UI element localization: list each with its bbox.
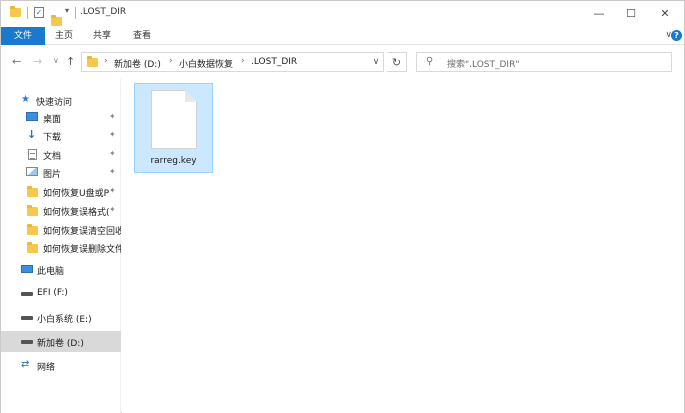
sidebar-item-label: 文档 xyxy=(43,152,62,162)
search-icon: ⚲ xyxy=(426,56,434,67)
explorer-window: ✓ ▾ .LOST_DIR — ☐ ✕ 文件 主页 共享 查看 ∨ ? ← → … xyxy=(0,0,685,413)
sidebar-item-label: 桌面 xyxy=(43,115,62,125)
drive-icon xyxy=(21,316,33,320)
title-bar[interactable]: ✓ ▾ .LOST_DIR — ☐ ✕ xyxy=(1,1,684,27)
sidebar-item-label: 小白系统 (E:) xyxy=(37,315,92,325)
sidebar-item-label: EFI (F:) xyxy=(37,288,68,298)
pin-icon[interactable]: ✦ xyxy=(109,149,116,158)
sidebar-item-label: 新加卷 (D:) xyxy=(37,339,84,349)
search-input[interactable]: ⚲ 搜索".LOST_DIR" xyxy=(416,52,672,72)
breadcrumb-separator: › xyxy=(241,56,245,66)
sidebar-item-label: 如何恢复U盘或P xyxy=(43,189,109,199)
network-icon: ⇄ xyxy=(21,359,30,370)
pin-icon[interactable]: ✦ xyxy=(109,186,116,195)
maximize-button[interactable]: ☐ xyxy=(615,1,647,27)
back-icon[interactable]: ← xyxy=(12,55,21,68)
sidebar-item-label: 如何恢复误清空回收 xyxy=(43,227,121,237)
pin-icon[interactable]: ✦ xyxy=(109,130,116,139)
folder-icon xyxy=(27,205,38,216)
ribbon-tabs: 文件 主页 共享 查看 ∨ ? xyxy=(1,27,684,45)
folder-icon xyxy=(27,186,38,197)
sidebar-item-folder-4[interactable]: 如何恢复误删除文件 xyxy=(1,237,121,258)
tab-share[interactable]: 共享 xyxy=(89,27,115,45)
pin-icon[interactable]: ✦ xyxy=(109,112,116,121)
file-name: rarreg.key xyxy=(150,156,197,166)
recent-locations-icon[interactable]: ∨ xyxy=(53,56,59,65)
folder-icon xyxy=(27,242,38,253)
navigation-bar: ← → ∨ ↑ › 新加卷 (D:) › 小白数据恢复 › .LOST_DIR … xyxy=(1,45,684,79)
breadcrumb-separator: › xyxy=(104,56,108,66)
breadcrumb-drive[interactable]: 新加卷 (D:) xyxy=(114,57,161,70)
minimize-button[interactable]: — xyxy=(583,1,615,27)
sidebar-item-this-pc[interactable]: 此电脑 xyxy=(1,259,121,280)
sidebar-item-drive-f[interactable]: EFI (F:) xyxy=(1,283,121,304)
sidebar-item-drive-d[interactable]: 新加卷 (D:) xyxy=(1,331,121,352)
breadcrumb-current[interactable]: .LOST_DIR xyxy=(251,57,297,67)
sidebar-item-folder-2[interactable]: 如何恢复误格式( ✦ xyxy=(1,200,121,221)
search-placeholder: 搜索".LOST_DIR" xyxy=(447,60,520,70)
pin-icon[interactable]: ✦ xyxy=(109,167,116,176)
breadcrumb-separator: › xyxy=(169,56,173,66)
tab-file[interactable]: 文件 xyxy=(1,27,45,45)
sidebar-item-label: 如何恢复误格式( xyxy=(43,208,109,218)
tab-view[interactable]: 查看 xyxy=(129,27,155,45)
file-list[interactable]: rarreg.key xyxy=(122,79,684,413)
sidebar-item-downloads[interactable]: ↓ 下载 ✦ xyxy=(1,125,121,146)
sidebar-item-label: 此电脑 xyxy=(37,267,65,277)
forward-icon[interactable]: → xyxy=(33,55,42,68)
sidebar-item-network[interactable]: ⇄ 网络 xyxy=(1,355,121,376)
sidebar-item-label: 如何恢复误删除文件 xyxy=(43,245,121,255)
divider xyxy=(27,7,28,19)
star-icon: ★ xyxy=(21,94,30,105)
close-button[interactable]: ✕ xyxy=(649,1,681,27)
divider xyxy=(75,7,76,19)
document-icon xyxy=(28,149,37,160)
folder-icon xyxy=(10,6,21,17)
tab-home[interactable]: 主页 xyxy=(51,27,77,45)
folder-icon xyxy=(87,56,98,67)
properties-icon[interactable]: ✓ xyxy=(34,7,44,18)
sidebar-item-folder-1[interactable]: 如何恢复U盘或P ✦ xyxy=(1,181,121,202)
up-icon[interactable]: ↑ xyxy=(66,55,75,68)
pin-icon[interactable]: ✦ xyxy=(109,205,116,214)
download-icon: ↓ xyxy=(27,128,37,141)
picture-icon xyxy=(26,167,38,176)
new-folder-icon[interactable] xyxy=(51,15,62,26)
desktop-icon xyxy=(26,112,38,121)
sidebar-item-label: 网络 xyxy=(37,363,56,373)
drive-icon xyxy=(21,292,33,296)
sidebar-item-label: 下载 xyxy=(43,133,62,143)
computer-icon xyxy=(21,265,33,273)
folder-icon xyxy=(27,224,38,235)
breadcrumb-folder[interactable]: 小白数据恢复 xyxy=(179,57,233,70)
navigation-pane: ★ 快速访问 桌面 ✦ ↓ 下载 ✦ 文档 ✦ 图片 ✦ 如何恢复U盘或P ✦ xyxy=(1,79,121,413)
help-icon[interactable]: ? xyxy=(671,30,682,41)
drive-icon xyxy=(21,340,33,344)
file-icon xyxy=(151,90,197,149)
file-item[interactable]: rarreg.key xyxy=(134,83,213,173)
address-bar[interactable]: › 新加卷 (D:) › 小白数据恢复 › .LOST_DIR xyxy=(81,52,384,72)
customize-toolbar-icon[interactable]: ▾ xyxy=(65,6,69,15)
address-dropdown-icon[interactable]: ∨ xyxy=(368,52,384,72)
sidebar-item-pictures[interactable]: 图片 ✦ xyxy=(1,162,121,183)
sidebar-item-label: 图片 xyxy=(43,170,62,180)
refresh-button[interactable]: ↻ xyxy=(387,52,407,72)
sidebar-item-drive-e[interactable]: 小白系统 (E:) xyxy=(1,307,121,328)
window-title: .LOST_DIR xyxy=(80,7,127,17)
